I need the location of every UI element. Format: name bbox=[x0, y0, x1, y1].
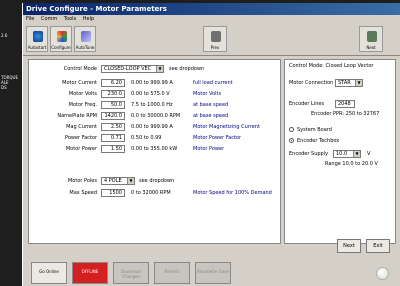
encoder-supply-unit: V bbox=[367, 151, 371, 157]
background-window: 2.6 TORQUE ALE DS bbox=[0, 0, 22, 286]
download-changes-button[interactable]: Download Changes bbox=[113, 262, 149, 284]
param-description: Motor Magnetizing Current bbox=[193, 124, 260, 130]
motor-parameters-panel: Control Mode CLOSED-LOOP VEC ▼ see dropd… bbox=[28, 59, 281, 244]
param-description: at base speed bbox=[193, 102, 229, 108]
drive-configure-window: Drive Configure - Motor Parameters File … bbox=[22, 3, 400, 286]
encoder-ppr-note: Encoder PPR: 250 to 32767 bbox=[311, 111, 380, 117]
motor-connection-label: Motor Connection bbox=[289, 80, 334, 86]
menu-file[interactable]: File bbox=[26, 16, 34, 22]
menu-bar: File Comm Tools Help bbox=[23, 15, 400, 24]
power-factor-input[interactable]: 0.71 bbox=[101, 134, 125, 142]
encoder-techbox-radio[interactable] bbox=[289, 138, 294, 143]
encoder-lines-input[interactable]: 2048 bbox=[335, 100, 355, 108]
param-range: 0.00 to 999.99 A bbox=[131, 80, 173, 86]
param-range: 7.5 to 1000.0 Hz bbox=[131, 102, 173, 108]
max-speed-description: Motor Speed for 100% Demand bbox=[193, 190, 272, 196]
parameter-save-button[interactable]: Parameter Save bbox=[195, 262, 231, 284]
control-mode-select[interactable]: CLOSED-LOOP VEC ▼ bbox=[101, 65, 164, 73]
motor-current-input[interactable]: 6.20 bbox=[101, 79, 125, 87]
motor-poles-note: see dropdown bbox=[139, 178, 175, 184]
mag-current-input[interactable]: 2.50 bbox=[101, 123, 125, 131]
param-range: 0.0 to 30000.0 RPM bbox=[131, 113, 181, 119]
param-range: 0.00 to 355.00 kW bbox=[131, 146, 178, 152]
system-board-radio[interactable] bbox=[289, 127, 294, 132]
next-toolbar-button[interactable]: Next bbox=[359, 26, 383, 52]
motor-freq-input[interactable]: 50.0 bbox=[101, 101, 125, 109]
offline-indicator: OFFLINE bbox=[72, 262, 108, 284]
motor-volts-input[interactable]: 230.0 bbox=[101, 90, 125, 98]
motor-connection-select[interactable]: STAR ▼ bbox=[335, 79, 363, 87]
encoder-supply-input[interactable]: 10.0 ▼ bbox=[333, 150, 361, 158]
param-label: NamePlate RPM bbox=[57, 113, 97, 119]
nameplate-rpm-input[interactable]: 1420.0 bbox=[101, 112, 125, 120]
autotune-button[interactable]: AutoTune bbox=[74, 26, 96, 52]
param-label: Motor Volts bbox=[68, 91, 97, 97]
autostart-button[interactable]: Autostart bbox=[26, 26, 48, 52]
param-description: Motor Volts bbox=[193, 91, 222, 97]
next-icon bbox=[367, 31, 377, 42]
param-description: Motor Power Factor bbox=[193, 135, 242, 141]
autostart-icon bbox=[33, 31, 43, 42]
param-range: 0.00 to 999.99 A bbox=[131, 124, 173, 130]
param-label: Power Factor bbox=[64, 135, 97, 141]
motor-power-input[interactable]: 1.50 bbox=[101, 145, 125, 153]
control-mode-panel: Control Mode: Closed Loop Vector Motor C… bbox=[284, 59, 396, 244]
encoder-supply-range: Range 10.0 to 20.0 V bbox=[325, 161, 378, 167]
control-mode-label: Control Mode bbox=[63, 66, 97, 72]
status-bar: Go Online OFFLINE Download Changes Refre… bbox=[28, 259, 396, 285]
autotune-icon bbox=[81, 31, 91, 42]
encoder-supply-label: Encoder Supply bbox=[289, 151, 329, 157]
max-speed-range: 0 to 32000 RPM bbox=[131, 190, 171, 196]
status-light-icon bbox=[376, 267, 389, 280]
param-label: Motor Power bbox=[65, 146, 97, 152]
chevron-down-icon: ▼ bbox=[353, 151, 360, 157]
encoder-lines-label: Encoder Lines bbox=[289, 101, 325, 107]
next-button[interactable]: Next bbox=[337, 239, 361, 253]
chevron-down-icon: ▼ bbox=[156, 66, 163, 72]
param-description: full load current bbox=[193, 80, 233, 86]
background-text: 2.6 bbox=[1, 33, 8, 38]
chevron-down-icon: ▼ bbox=[127, 178, 134, 184]
control-mode-note: see dropdown bbox=[169, 66, 205, 72]
max-speed-input[interactable]: 1500 bbox=[101, 189, 125, 197]
background-text: DS bbox=[1, 85, 7, 90]
window-title: Drive Configure - Motor Parameters bbox=[23, 3, 400, 15]
param-label: Mag Current bbox=[66, 124, 97, 130]
encoder-techbox-label: Encoder Techbox bbox=[297, 138, 340, 144]
refresh-button[interactable]: Refresh bbox=[154, 262, 190, 284]
go-online-button[interactable]: Go Online bbox=[31, 262, 67, 284]
prev-button[interactable]: Prev bbox=[203, 26, 227, 52]
param-label: Motor Current bbox=[62, 80, 97, 86]
menu-tools[interactable]: Tools bbox=[64, 16, 76, 22]
configure-button[interactable]: Configure bbox=[50, 26, 72, 52]
toolbar: Autostart Configure AutoTune Prev Next bbox=[23, 24, 400, 56]
control-mode-header: Control Mode: Closed Loop Vector bbox=[289, 63, 374, 69]
max-speed-label: Max Speed bbox=[69, 190, 97, 196]
chevron-down-icon: ▼ bbox=[355, 80, 362, 86]
menu-comm[interactable]: Comm bbox=[41, 16, 57, 22]
param-label: Motor Freq. bbox=[68, 102, 97, 108]
motor-poles-select[interactable]: 4 POLE ▼ bbox=[101, 177, 135, 185]
param-description: at base speed bbox=[193, 113, 229, 119]
configure-icon bbox=[57, 31, 67, 42]
menu-help[interactable]: Help bbox=[83, 16, 94, 22]
param-range: 0.50 to 0.99 bbox=[131, 135, 162, 141]
prev-icon bbox=[211, 31, 221, 42]
system-board-label: System Board bbox=[297, 127, 332, 133]
param-description: Motor Power bbox=[193, 146, 225, 152]
param-range: 0.00 to 575.0 V bbox=[131, 91, 170, 97]
motor-poles-label: Motor Poles bbox=[67, 178, 97, 184]
exit-button[interactable]: Exit bbox=[366, 239, 390, 253]
